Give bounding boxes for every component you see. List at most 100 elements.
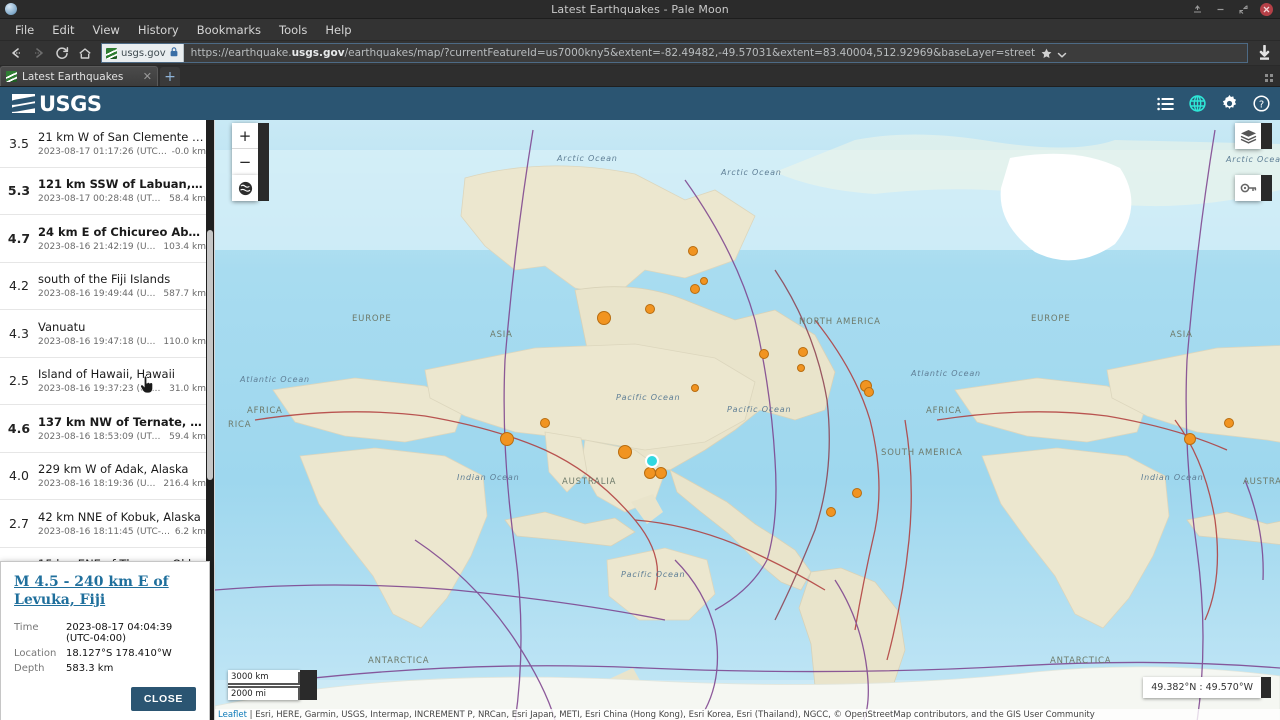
globe-reset-icon[interactable] [232, 175, 258, 201]
earthquake-marker[interactable] [1224, 418, 1234, 428]
window-minimize-button[interactable] [1191, 3, 1204, 16]
earthquake-marker[interactable] [655, 467, 667, 479]
earthquake-marker[interactable] [864, 387, 874, 397]
map-label: Arctic Ocean [557, 154, 618, 163]
earthquake-list-item[interactable]: 5.3 121 km SSW of Labuan, Indo... 2023-08-… [0, 168, 214, 215]
earthquake-marker[interactable] [759, 349, 769, 359]
earthquake-time: 2023-08-16 18:19:36 (UTC-0... [38, 479, 159, 490]
settings-gear-icon[interactable] [1221, 95, 1238, 112]
earthquake-list-item[interactable]: 2.7 42 km NNE of Kobuk, Alaska 2023-08-16 … [0, 500, 214, 548]
earthquake-detail-popup: M 4.5 - 240 km E of Levuka, Fiji Time 20… [0, 561, 210, 720]
reset-view-control [232, 175, 269, 201]
earthquake-marker[interactable] [826, 507, 836, 517]
earthquake-list-item[interactable]: 4.6 137 km NW of Ternate, Indon... 2023-08… [0, 405, 214, 453]
layers-stack-icon[interactable] [1235, 123, 1261, 149]
earthquake-marker[interactable] [645, 304, 655, 314]
map-label: SOUTH AMERICA [881, 448, 963, 458]
usgs-favicon-icon [106, 47, 117, 59]
globe-map-icon[interactable] [1189, 95, 1206, 112]
window-title: Latest Earthquakes - Pale Moon [551, 2, 729, 16]
popup-location-value: 18.127°S 178.410°W [66, 648, 172, 659]
window-restore-button[interactable] [1237, 3, 1250, 16]
list-view-icon[interactable] [1157, 97, 1174, 111]
earthquake-info: 21 km W of San Clemente Is. (... 2023-08-… [38, 130, 208, 157]
usgs-logo[interactable]: USGS [12, 92, 102, 116]
earthquake-marker[interactable] [690, 284, 700, 294]
popup-close-button[interactable]: CLOSE [130, 687, 196, 711]
menu-tools[interactable]: Tools [270, 21, 316, 39]
menu-edit[interactable]: Edit [43, 21, 83, 39]
earthquake-marker[interactable] [798, 347, 808, 357]
help-question-icon[interactable]: ? [1253, 95, 1270, 112]
map-label: AFRICA [926, 406, 962, 416]
usgs-brand-text: USGS [39, 91, 102, 116]
menu-help[interactable]: Help [316, 21, 360, 39]
url-suffix: /earthquakes/map/?currentFeatureId=us700… [344, 47, 1036, 59]
chevron-down-icon[interactable] [1057, 44, 1067, 62]
earthquake-map[interactable]: Arctic Ocean Arctic Ocean Arctic Ocean EURO… [215, 120, 1280, 720]
url-bar[interactable]: usgs.gov https://earthquake.usgs.gov/ear… [101, 43, 1248, 63]
download-arrow-icon[interactable] [1254, 43, 1275, 63]
selected-earthquake-marker[interactable] [645, 454, 659, 468]
earthquake-list-item[interactable]: 4.7 24 km E of Chicureo Abajo, C... 2023-0… [0, 215, 214, 263]
earthquake-list-item[interactable]: 4.3 Vanuatu 2023-08-16 19:47:18 (UTC-0... 1… [0, 310, 214, 358]
popup-title-link[interactable]: M 4.5 - 240 km E of Levuka, Fiji [14, 573, 196, 609]
earthquake-depth: 31.0 km [169, 384, 206, 395]
earthquake-marker[interactable] [597, 311, 611, 325]
legend-key-icon[interactable] [1235, 175, 1261, 201]
back-arrow-icon[interactable] [5, 43, 26, 63]
tab-close-icon[interactable]: ✕ [143, 70, 152, 83]
zoom-in-button[interactable]: + [232, 123, 258, 149]
window-maximize-button[interactable] [1214, 3, 1227, 16]
forward-arrow-icon[interactable] [28, 43, 49, 63]
attribution-text: | Esri, HERE, Garmin, USGS, Intermap, IN… [246, 710, 1095, 720]
earthquake-list-item[interactable]: 4.2 south of the Fiji Islands 2023-08-16 1… [0, 263, 214, 310]
map-label: ANTARCTICA [1050, 656, 1112, 666]
map-label: Pacific Ocean [616, 393, 681, 402]
earthquake-marker[interactable] [540, 418, 550, 428]
earthquake-list-item[interactable]: 2.5 Island of Hawaii, Hawaii 2023-08-16 19… [0, 358, 214, 405]
menu-file[interactable]: File [6, 21, 43, 39]
usgs-header-icons: ? [1157, 95, 1270, 112]
window-close-button[interactable] [1260, 2, 1273, 16]
map-label: ASIA [490, 330, 513, 340]
home-icon[interactable] [74, 43, 95, 63]
earthquake-time: 2023-08-16 18:53:09 (UTC-04... [38, 431, 165, 442]
leaflet-link[interactable]: Leaflet [218, 710, 247, 720]
tab-latest-earthquakes[interactable]: Latest Earthquakes ✕ [0, 66, 158, 86]
earthquake-marker[interactable] [618, 445, 632, 459]
popup-depth-label: Depth [14, 663, 45, 674]
popup-time-value: 2023-08-17 04:04:39 (UTC-04:00) [66, 622, 173, 644]
zoom-out-button[interactable]: − [232, 149, 258, 175]
earthquake-list-item[interactable]: 4.0 229 km W of Adak, Alaska 2023-08-16 18… [0, 453, 214, 500]
earthquake-marker[interactable] [797, 364, 805, 372]
map-scale-bar: 3000 km 2000 mi [228, 670, 317, 700]
url-domain-bold: usgs.gov [291, 47, 345, 59]
earthquake-info: 121 km SSW of Labuan, Indo... 2023-08-17 … [38, 177, 208, 204]
earthquake-marker[interactable] [500, 432, 514, 446]
earthquake-place: 24 km E of Chicureo Abajo, C... [38, 224, 206, 239]
reload-icon[interactable] [51, 43, 72, 63]
url-prefix: https://earthquake. [190, 47, 292, 59]
site-identity-block[interactable]: usgs.gov [102, 44, 184, 62]
menu-bookmarks[interactable]: Bookmarks [188, 21, 270, 39]
menu-view[interactable]: View [84, 21, 129, 39]
new-tab-button[interactable]: + [160, 67, 180, 86]
earthquake-marker[interactable] [852, 488, 862, 498]
window-controls [1191, 2, 1280, 16]
url-text[interactable]: https://earthquake.usgs.gov/earthquakes/… [184, 47, 1035, 59]
popup-row-time: Time 2023-08-17 04:04:39 (UTC-04:00) [14, 622, 196, 644]
earthquake-marker[interactable] [700, 277, 708, 285]
tab-list-menu-icon[interactable] [1265, 74, 1273, 82]
earthquake-marker[interactable] [688, 246, 698, 256]
star-icon[interactable] [1041, 44, 1052, 62]
popup-row-location: Location 18.127°S 178.410°W [14, 648, 196, 659]
earthquake-depth: 59.4 km [169, 431, 206, 442]
url-actions [1035, 44, 1073, 62]
menu-history[interactable]: History [129, 21, 188, 39]
earthquake-list-item[interactable]: 3.5 21 km W of San Clemente Is. (... 2023-… [0, 120, 214, 168]
earthquake-magnitude: 4.7 [7, 230, 31, 246]
sidebar-scrollbar-thumb[interactable] [207, 230, 213, 480]
earthquake-marker[interactable] [1184, 433, 1196, 445]
earthquake-marker[interactable] [691, 384, 699, 392]
